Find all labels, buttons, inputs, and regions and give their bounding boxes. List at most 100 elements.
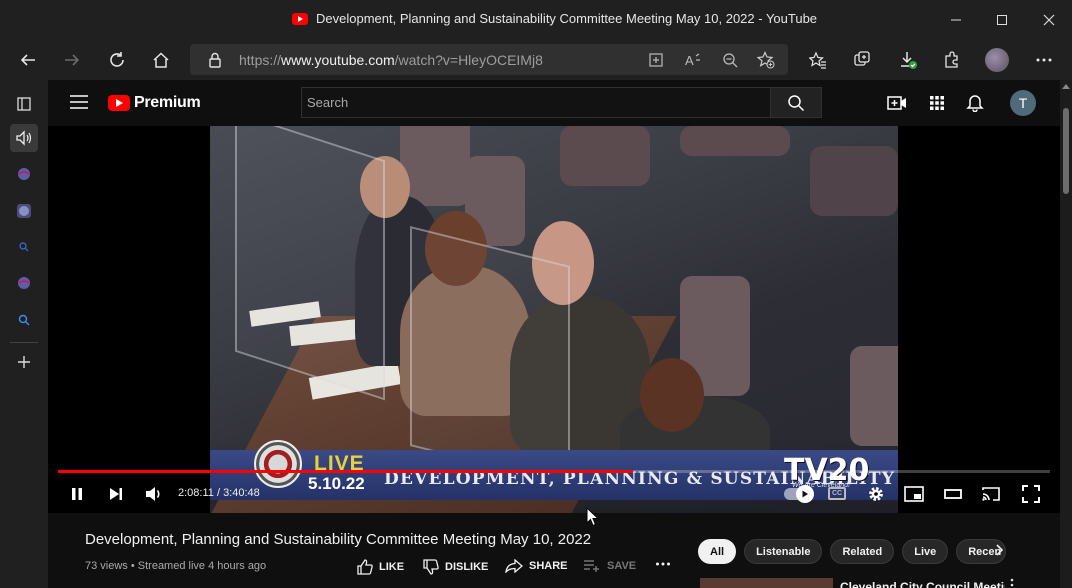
seek-bar[interactable] <box>58 470 1050 473</box>
chips-next-button[interactable] <box>994 544 1004 556</box>
sidebar-tab-3[interactable] <box>10 233 38 261</box>
downloads-button[interactable] <box>896 48 920 72</box>
new-tab-button[interactable] <box>10 348 38 376</box>
glass-partition <box>410 226 570 486</box>
chair <box>680 126 790 156</box>
scroll-up-arrow-icon[interactable] <box>1062 84 1070 89</box>
skip-next-icon <box>110 488 122 500</box>
apps-button[interactable] <box>926 92 948 114</box>
current-time: 2:08:11 <box>178 487 214 499</box>
chip-related[interactable]: Related <box>830 539 895 564</box>
settings-button[interactable] <box>863 481 889 507</box>
search-button[interactable] <box>770 87 822 118</box>
seek-bar-played <box>58 470 634 473</box>
youtube-favicon-icon <box>292 12 308 25</box>
search-input[interactable] <box>302 88 770 117</box>
thumbs-down-icon <box>423 559 439 575</box>
chair <box>400 126 470 206</box>
zoom-out-icon[interactable] <box>720 50 740 70</box>
browser-toolbar: https://www.youtube.com/watch?v=HleyOCEI… <box>0 40 1072 80</box>
more-actions-button[interactable] <box>655 561 671 567</box>
favorites-button[interactable] <box>806 48 830 72</box>
collections-button[interactable] <box>850 48 874 72</box>
sidebar-tab-1[interactable] <box>10 160 38 188</box>
browser-titlebar: Development, Planning and Sustainability… <box>0 0 1072 40</box>
speaker-icon <box>16 130 32 146</box>
account-avatar[interactable]: T <box>1010 90 1036 116</box>
sidebar-tab-5[interactable] <box>10 306 38 334</box>
view-count: 73 views <box>85 560 128 572</box>
url-text[interactable]: https://www.youtube.com/watch?v=HleyOCEI… <box>239 52 543 68</box>
refresh-button[interactable] <box>105 48 129 72</box>
sidebar-tab-4[interactable] <box>10 269 38 297</box>
like-button[interactable]: LIKE <box>357 559 404 575</box>
video-player[interactable]: LIVE 5.10.22 DEVELOPMENT, PLANNING & SUS… <box>48 126 1060 513</box>
app-available-icon[interactable] <box>646 50 666 70</box>
person-head <box>640 358 704 432</box>
search-icon <box>788 94 805 111</box>
autoplay-toggle[interactable] <box>784 485 814 503</box>
fullscreen-button[interactable] <box>1018 481 1044 507</box>
ellipsis-icon <box>656 562 670 566</box>
miniplayer-icon <box>904 486 924 502</box>
related-video-menu-button[interactable] <box>1010 578 1014 588</box>
home-button[interactable] <box>149 48 173 72</box>
mouse-cursor-icon <box>586 507 600 527</box>
volume-button[interactable] <box>141 481 167 507</box>
page-scrollbar[interactable] <box>1060 80 1072 588</box>
overlay-date: 5.10.22 <box>308 474 365 493</box>
guide-menu-button[interactable] <box>70 95 88 109</box>
hamburger-icon <box>70 95 88 109</box>
scrollbar-thumb[interactable] <box>1063 108 1069 194</box>
close-window-button[interactable] <box>1037 8 1061 32</box>
profile-avatar[interactable] <box>985 48 1009 72</box>
dislike-button[interactable]: DISLIKE <box>423 559 488 575</box>
address-bar[interactable]: https://www.youtube.com/watch?v=HleyOCEI… <box>190 44 788 75</box>
browser-sidebar <box>0 80 48 588</box>
related-video-thumbnail[interactable] <box>700 578 833 588</box>
sidebar-tab-audio[interactable] <box>10 124 38 152</box>
sidebar-tab-2[interactable] <box>10 197 38 225</box>
window-title: Development, Planning and Sustainability… <box>316 11 818 26</box>
globe-favicon-icon <box>18 277 30 289</box>
read-aloud-icon[interactable]: A <box>683 50 703 70</box>
chair <box>560 126 650 186</box>
chair <box>810 146 898 216</box>
theater-mode-button[interactable] <box>940 481 966 507</box>
create-button[interactable] <box>886 92 908 114</box>
video-frame[interactable]: LIVE 5.10.22 DEVELOPMENT, PLANNING & SUS… <box>210 126 898 513</box>
related-video-title[interactable]: Cleveland City Council Meeting <box>840 580 1005 588</box>
vertical-tabs-icon <box>17 97 31 111</box>
miniplayer-button[interactable] <box>901 481 927 507</box>
gear-icon <box>869 487 883 501</box>
save-button[interactable]: SAVE <box>583 559 636 573</box>
chip-live[interactable]: Live <box>902 539 949 564</box>
pause-icon <box>72 488 82 500</box>
related-filter-chips: All Listenable Related Live Recen <box>698 539 1007 564</box>
add-favorite-icon[interactable] <box>756 50 776 70</box>
maximize-button[interactable] <box>990 8 1014 32</box>
notifications-button[interactable] <box>964 92 986 114</box>
settings-more-button[interactable] <box>1032 48 1056 72</box>
next-button[interactable] <box>103 481 129 507</box>
minimize-button[interactable] <box>944 8 968 32</box>
forward-button[interactable] <box>60 48 84 72</box>
subtitles-button[interactable]: CC <box>828 487 846 500</box>
share-icon <box>505 559 523 573</box>
video-camera-plus-icon <box>887 96 906 110</box>
extensions-button[interactable] <box>940 48 964 72</box>
grid-icon <box>930 96 944 110</box>
video-title: Development, Planning and Sustainability… <box>85 531 592 548</box>
youtube-premium-logo[interactable]: Premium <box>108 94 201 112</box>
share-button[interactable]: SHARE <box>505 559 568 573</box>
chip-all[interactable]: All <box>698 539 737 564</box>
time-display: 2:08:11 / 3:40:48 <box>178 487 260 499</box>
chip-listenable[interactable]: Listenable <box>744 539 823 564</box>
thumbs-up-icon <box>357 559 373 575</box>
cast-button[interactable] <box>978 481 1004 507</box>
pause-button[interactable] <box>64 481 90 507</box>
chair <box>850 346 898 446</box>
back-button[interactable] <box>16 48 40 72</box>
collections-icon <box>854 51 870 66</box>
vertical-tabs-button[interactable] <box>10 90 38 118</box>
